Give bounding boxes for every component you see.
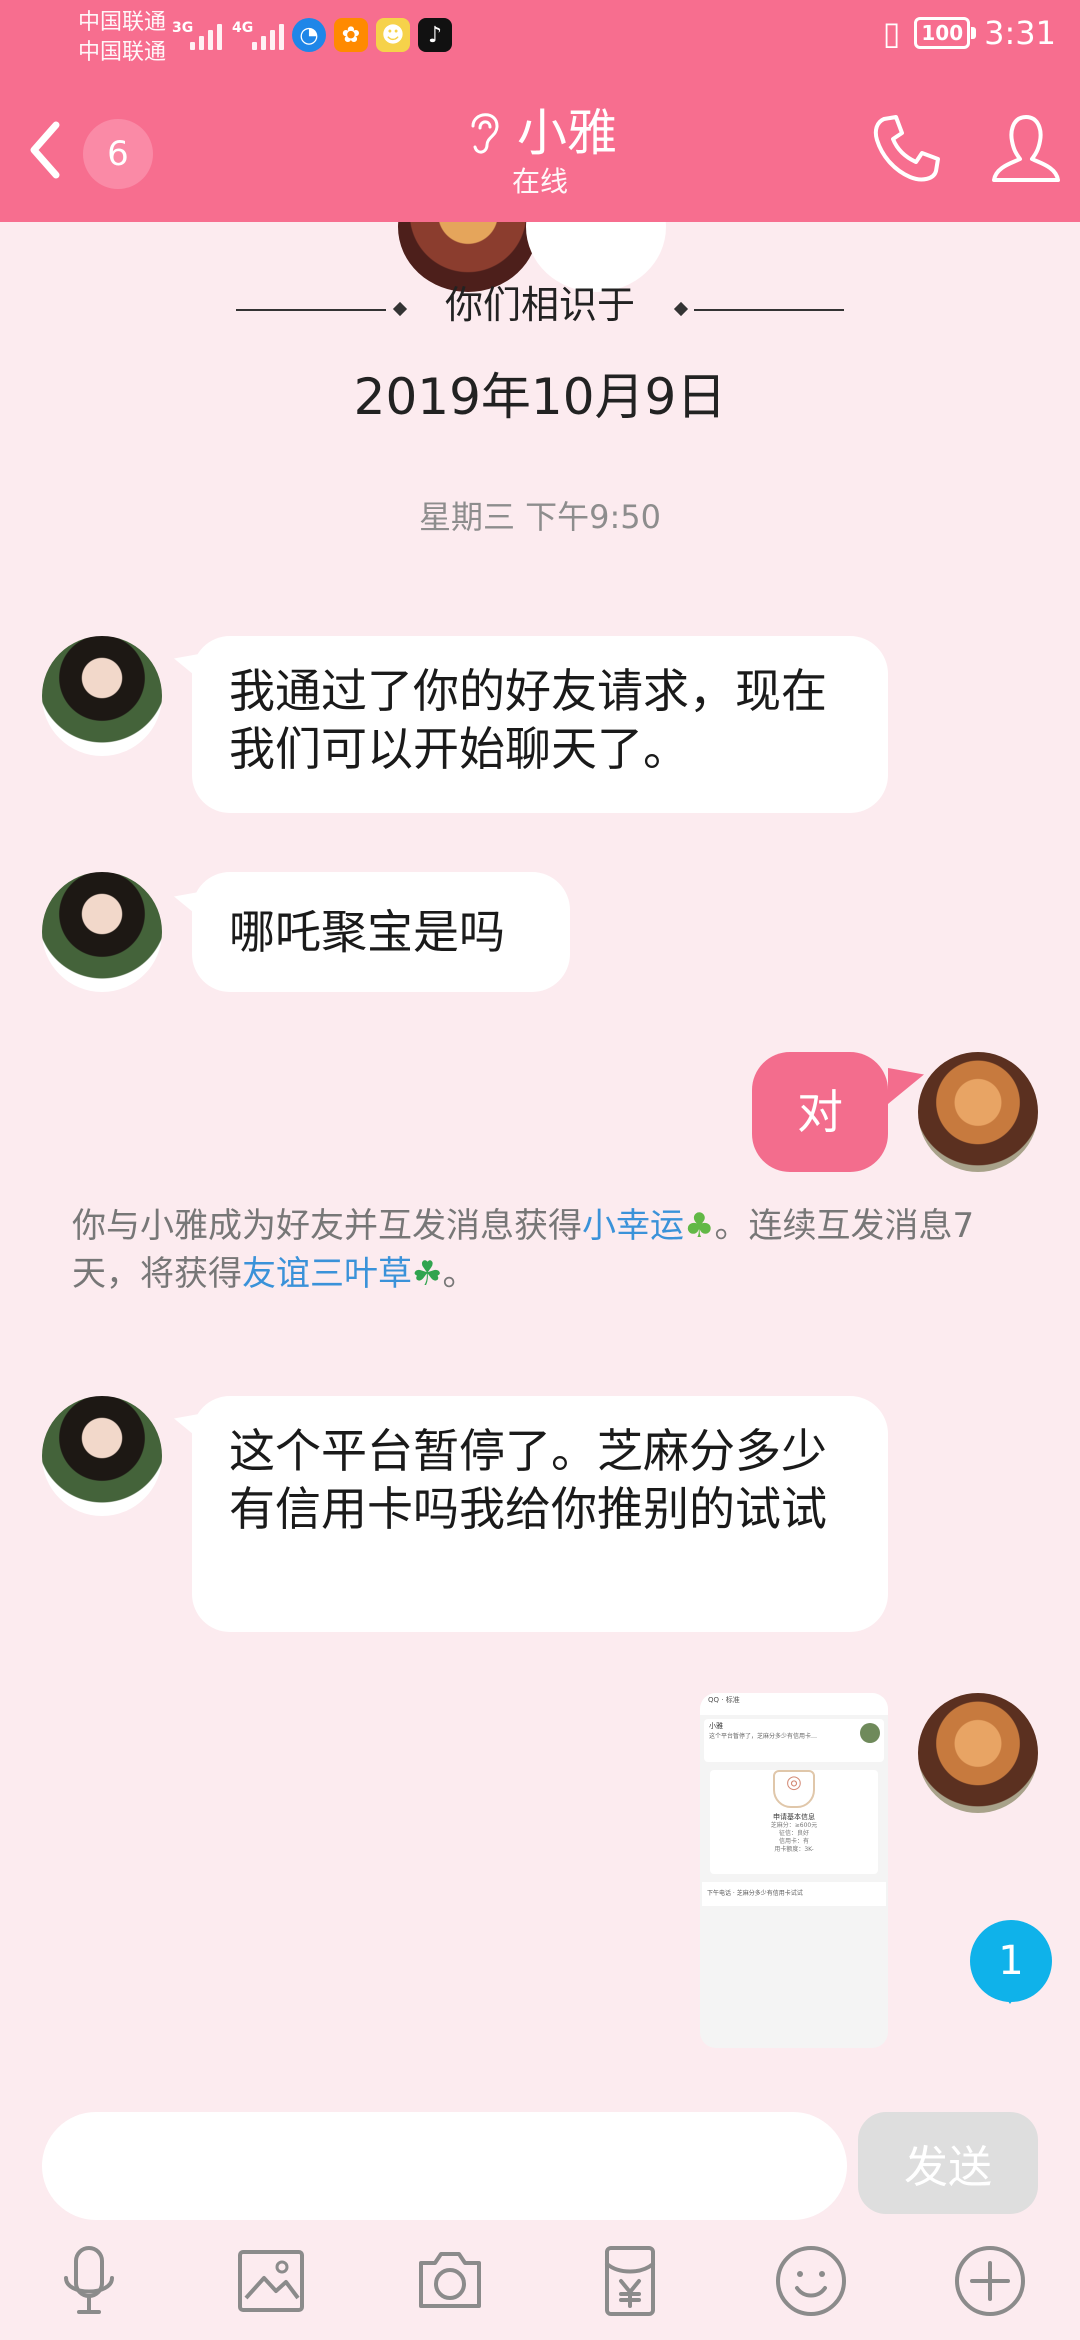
- message-text: 这个平台暂停了。芝麻分多少有信用卡吗我给你推别的试试: [229, 1424, 827, 1536]
- clover-link[interactable]: 友谊三叶草: [242, 1254, 412, 1294]
- red-packet-icon[interactable]: [585, 2236, 675, 2326]
- signal-bars-1: [190, 18, 222, 50]
- message-input[interactable]: [42, 2112, 847, 2220]
- game-app-icon: ☻: [376, 18, 410, 52]
- image-message[interactable]: QQ · 标准 小雅 这个平台暂停了，芝麻分多少有信用卡… ◎ 申请基本信息 芝…: [700, 1693, 888, 2048]
- my-avatar[interactable]: [918, 1693, 1038, 1813]
- more-plus-icon[interactable]: [945, 2236, 1035, 2326]
- carrier-1: 中国联通: [78, 10, 167, 35]
- carrier-2: 中国联通: [78, 40, 167, 65]
- image-card-line: 芝麻分：≥600元: [770, 1822, 818, 1829]
- system-message-suffix: 。: [442, 1254, 477, 1294]
- message-text: 我通过了你的好友请求，现在我们可以开始聊天了。: [229, 664, 827, 776]
- image-avatar: [860, 1723, 880, 1743]
- image-card-line: 用卡额度：3K-: [774, 1846, 814, 1853]
- met-date: 2019年10月9日: [353, 368, 727, 426]
- network-4g-label: 4G: [232, 20, 254, 36]
- unread-count-badge[interactable]: 6: [83, 119, 153, 189]
- message-text: 哪吒聚宝是吗: [229, 905, 505, 959]
- divider-right: [694, 309, 844, 311]
- emoji-icon[interactable]: [766, 2236, 856, 2326]
- message-text: 对: [797, 1085, 843, 1139]
- browser-app-icon: ◔: [292, 18, 326, 52]
- image-footer: 下午电话 · 芝麻分多少有信用卡试试: [702, 1882, 886, 1906]
- contact-avatar[interactable]: [42, 1396, 162, 1516]
- microphone-icon[interactable]: [44, 2236, 134, 2326]
- camera-icon[interactable]: [405, 2236, 495, 2326]
- contact-avatar[interactable]: [42, 872, 162, 992]
- image-card-line: 征信：良好: [778, 1830, 809, 1837]
- image-topbar: QQ · 标准: [700, 1693, 888, 1715]
- contact-status: 在线: [511, 165, 568, 198]
- divider-left: [236, 309, 386, 311]
- incoming-message-bubble[interactable]: 这个平台暂停了。芝麻分多少有信用卡吗我给你推别的试试: [192, 1396, 888, 1632]
- vibrate-icon: ▯: [882, 14, 901, 52]
- kuaishou-app-icon: ✿: [334, 18, 368, 52]
- chat-header: 6 小雅 在线: [0, 75, 1080, 222]
- incoming-message-bubble[interactable]: 我通过了你的好友请求，现在我们可以开始聊天了。: [192, 636, 888, 813]
- chat-area[interactable]: 你们相识于 2019年10月9日 星期三 下午9:50 我通过了你的好友请求，现…: [0, 222, 1080, 2112]
- met-label: 你们相识于: [444, 283, 635, 327]
- tiktok-app-icon: ♪: [418, 18, 452, 52]
- lucky-link[interactable]: 小幸运: [582, 1206, 684, 1246]
- signal-bars-2: [252, 18, 284, 50]
- ear-icon: [471, 113, 499, 154]
- image-subtitle: 这个平台暂停了，芝麻分多少有信用卡…: [709, 1733, 818, 1740]
- new-message-count-badge[interactable]: 1: [970, 1920, 1052, 2004]
- my-avatar[interactable]: [918, 1052, 1038, 1172]
- timestamp: 星期三 下午9:50: [418, 498, 662, 536]
- seedling-icon: ♣: [684, 1206, 715, 1246]
- clock: 3:31: [984, 14, 1056, 52]
- outgoing-message-bubble[interactable]: 对: [752, 1052, 888, 1172]
- contact-avatar[interactable]: [42, 636, 162, 756]
- shield-icon: ◎: [773, 1770, 815, 1808]
- phone-call-icon[interactable]: [862, 105, 950, 193]
- contact-title[interactable]: 小雅 在线: [390, 103, 690, 200]
- image-gallery-icon[interactable]: [226, 2236, 316, 2326]
- image-name: 小雅: [709, 1722, 723, 1730]
- image-card-title: 申请基本信息: [773, 1813, 815, 1821]
- send-button[interactable]: 发送: [858, 2112, 1038, 2214]
- image-card-line: 信用卡：有: [778, 1838, 809, 1845]
- image-card: ◎ 申请基本信息 芝麻分：≥600元 征信：良好 信用卡：有 用卡额度：3K-: [710, 1770, 878, 1874]
- back-arrow-icon[interactable]: [14, 105, 94, 195]
- carrier-labels: 中国联通 中国联通: [78, 8, 166, 68]
- system-message-prefix: 你与小雅成为好友并互发消息获得: [72, 1206, 582, 1246]
- clover-icon: ☘: [412, 1254, 443, 1294]
- system-message: 你与小雅成为好友并互发消息获得小幸运♣。连续互发消息7天，将获得友谊三叶草☘。: [72, 1202, 1007, 1298]
- battery-icon: 100: [914, 17, 976, 49]
- incoming-message-bubble[interactable]: 哪吒聚宝是吗: [192, 872, 570, 992]
- contact-profile-icon[interactable]: [982, 105, 1070, 193]
- status-bar: 中国联通 中国联通 3G 4G ◔ ✿ ☻ ♪ ▯ 100 3:31: [0, 0, 1080, 75]
- image-chat-preview: 小雅 这个平台暂停了，芝麻分多少有信用卡…: [704, 1719, 884, 1762]
- contact-name: 小雅: [517, 104, 617, 162]
